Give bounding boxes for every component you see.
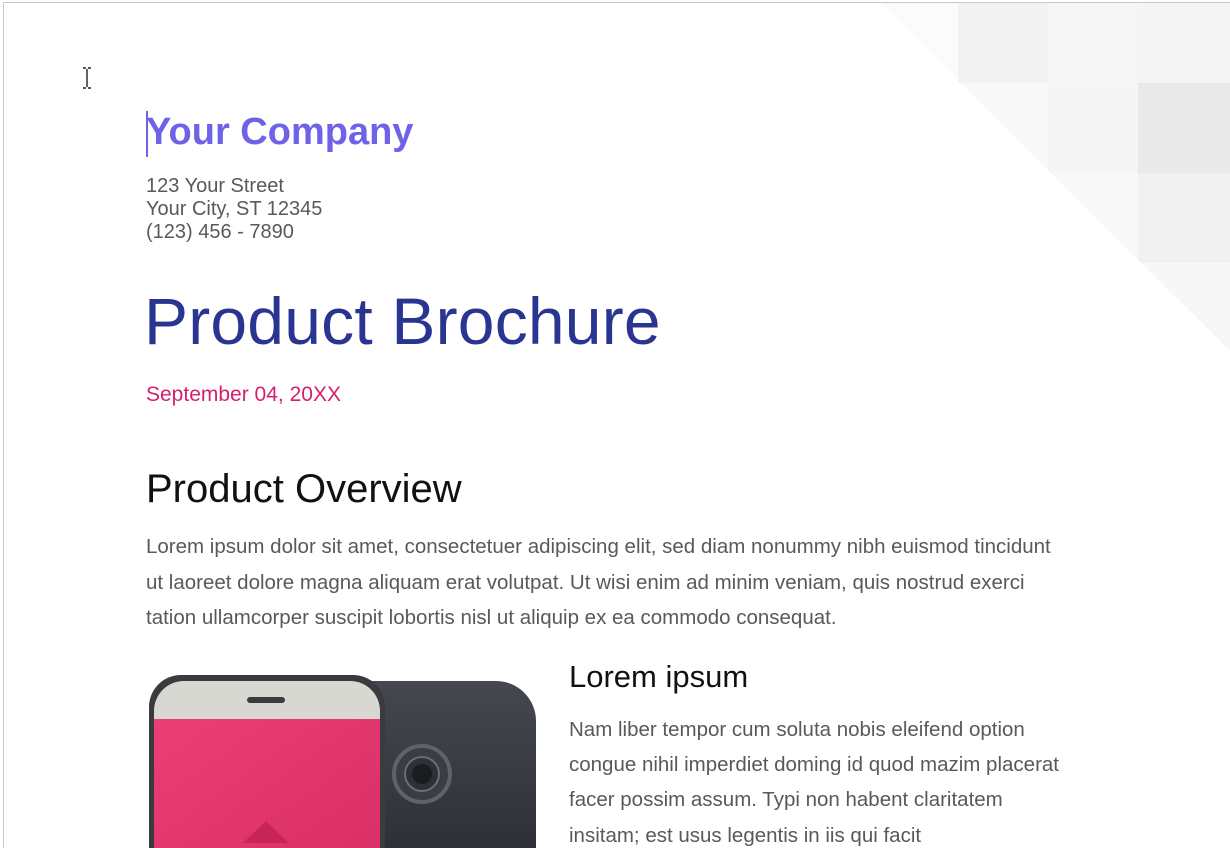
smartphone-illustration: [149, 675, 536, 848]
address-phone: (123) 456 - 7890: [146, 221, 294, 243]
overview-body[interactable]: Lorem ipsum dolor sit amet, consectetuer…: [146, 529, 1066, 636]
company-address[interactable]: 123 Your Street Your City, ST 12345 (123…: [146, 175, 322, 244]
text-cursor-icon: [83, 67, 91, 89]
document-date[interactable]: September 04, 20XX: [146, 383, 341, 407]
company-name[interactable]: Your Company: [146, 111, 413, 154]
address-city: Your City, ST 12345: [146, 198, 323, 220]
overview-heading[interactable]: Product Overview: [146, 467, 462, 512]
feature-heading[interactable]: Lorem ipsum: [569, 659, 748, 695]
address-street: 123 Your Street: [146, 175, 284, 197]
document-title[interactable]: Product Brochure: [144, 283, 661, 359]
document-page[interactable]: Your Company 123 Your Street Your City, …: [3, 2, 1230, 848]
feature-body[interactable]: Nam liber tempor cum soluta nobis eleife…: [569, 712, 1079, 848]
